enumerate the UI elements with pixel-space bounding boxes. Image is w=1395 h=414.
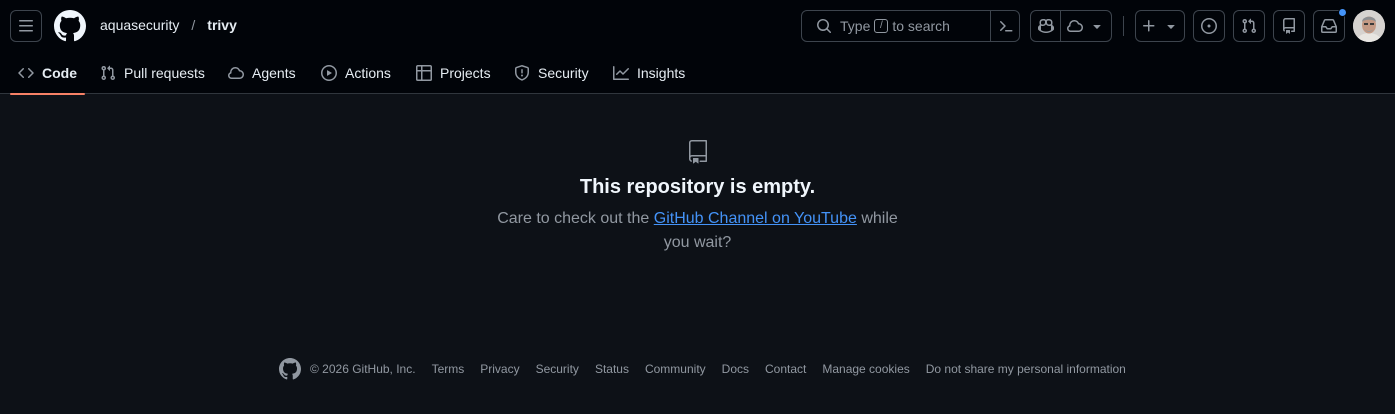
triangle-down-icon: [1093, 25, 1101, 29]
terminal-icon: [999, 21, 1012, 32]
code-icon: [18, 67, 34, 79]
your-issues-button[interactable]: [1193, 10, 1225, 42]
footer-link-community[interactable]: Community: [645, 362, 706, 376]
top-bar: aquasecurity / trivy Type / to search: [0, 0, 1395, 52]
tab-label: Projects: [440, 65, 491, 81]
search-shortcut-key: /: [874, 19, 889, 33]
search-placeholder: Type / to search: [840, 18, 950, 34]
tab-label: Agents: [252, 65, 296, 81]
unread-notification-dot: [1338, 8, 1347, 17]
footer-link-manage-cookies[interactable]: Manage cookies: [822, 362, 909, 376]
copilot-button[interactable]: [1031, 11, 1061, 41]
footer-link-security[interactable]: Security: [536, 362, 579, 376]
plus-icon: [1143, 20, 1155, 32]
tab-pull-requests[interactable]: Pull requests: [92, 52, 213, 94]
issue-opened-icon: [1201, 18, 1217, 34]
create-new-button[interactable]: [1135, 10, 1185, 42]
github-mark-icon[interactable]: [279, 358, 301, 380]
graph-icon: [613, 66, 629, 80]
triangle-down-icon: [1167, 25, 1175, 29]
repo-icon: [1283, 18, 1295, 34]
youtube-channel-link[interactable]: GitHub Channel on YouTube: [654, 210, 857, 227]
github-logo-icon[interactable]: [54, 10, 86, 42]
footer-link-docs[interactable]: Docs: [722, 362, 749, 376]
tab-code[interactable]: Code: [10, 52, 85, 95]
breadcrumb: aquasecurity / trivy: [100, 17, 237, 33]
blankslate-title: This repository is empty.: [579, 176, 816, 198]
breadcrumb-repo[interactable]: trivy: [207, 17, 237, 33]
tab-label: Pull requests: [124, 65, 205, 81]
footer-link-contact[interactable]: Contact: [765, 362, 806, 376]
footer-link-do-not-share[interactable]: Do not share my personal information: [926, 362, 1126, 376]
tab-agents[interactable]: Agents: [220, 52, 304, 94]
command-palette-button[interactable]: [990, 10, 1020, 42]
blankslate-description: Care to check out the GitHub Channel on …: [488, 207, 908, 255]
copilot-button-group: [1030, 10, 1112, 42]
notifications-button[interactable]: [1313, 8, 1347, 42]
shield-icon: [515, 65, 529, 81]
tab-label: Security: [538, 65, 589, 81]
your-pull-requests-button[interactable]: [1233, 10, 1265, 42]
tab-label: Code: [42, 65, 77, 81]
blankslate-text-before: Care to check out the: [497, 210, 650, 227]
hamburger-icon: [19, 20, 33, 32]
search-placeholder-prefix: Type: [840, 18, 871, 34]
tab-security[interactable]: Security: [506, 52, 597, 94]
copilot-icon: [1037, 18, 1054, 34]
agents-dropdown-button[interactable]: [1061, 18, 1111, 34]
search-placeholder-suffix: to search: [892, 18, 950, 34]
git-pull-request-icon: [1242, 18, 1257, 34]
user-avatar[interactable]: [1353, 10, 1385, 42]
breadcrumb-separator: /: [191, 17, 196, 33]
tab-actions[interactable]: Actions: [313, 52, 399, 94]
footer-link-terms[interactable]: Terms: [432, 362, 465, 376]
git-pull-request-icon: [101, 65, 116, 81]
footer-link-privacy[interactable]: Privacy: [480, 362, 519, 376]
cloud-agent-icon: [1067, 19, 1083, 33]
repository-navigation: Code Pull requests Agents Actions Projec…: [0, 52, 1395, 95]
search-icon: [817, 19, 832, 34]
repositories-button[interactable]: [1273, 10, 1305, 42]
play-icon: [321, 65, 337, 81]
tab-projects[interactable]: Projects: [408, 52, 499, 94]
site-footer: © 2026 GitHub, Inc. Terms Privacy Securi…: [279, 357, 1142, 381]
footer-link-status[interactable]: Status: [595, 362, 629, 376]
table-icon: [416, 65, 432, 81]
agent-icon: [228, 66, 244, 80]
tab-insights[interactable]: Insights: [605, 52, 693, 94]
footer-copyright: © 2026 GitHub, Inc.: [310, 362, 416, 376]
tab-label: Actions: [345, 65, 391, 81]
global-header: aquasecurity / trivy Type / to search Co…: [0, 0, 1395, 95]
open-menu-button[interactable]: [10, 10, 42, 42]
empty-repository-blankslate: This repository is empty. Care to check …: [0, 140, 1395, 255]
repo-icon: [688, 140, 707, 164]
tab-label: Insights: [637, 65, 686, 81]
inbox-icon: [1321, 19, 1337, 33]
search-input[interactable]: Type / to search: [801, 10, 1020, 42]
header-divider: [1123, 16, 1124, 36]
breadcrumb-owner[interactable]: aquasecurity: [100, 17, 179, 33]
